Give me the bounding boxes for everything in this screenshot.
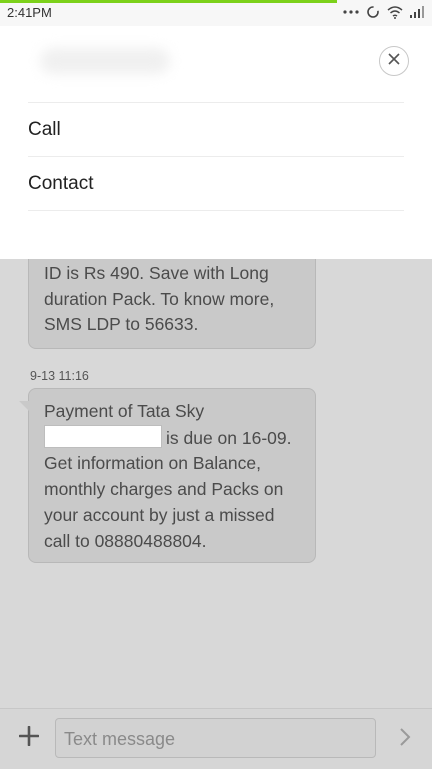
status-time: 2:41PM: [7, 5, 52, 20]
redacted-block: [44, 424, 162, 448]
message-line: call to 08880488804.: [44, 530, 207, 551]
message-line: Payment of Tata Sky: [44, 401, 205, 421]
signal-icon: [410, 6, 426, 18]
status-bar: 2:41PM: [0, 0, 432, 26]
sync-icon: [366, 5, 380, 19]
message-line: SMS LDP to 56633.: [44, 314, 199, 335]
blurred-sender-name: [40, 48, 170, 74]
send-button[interactable]: [393, 725, 417, 753]
message-bubble[interactable]: Payment of Tata Sky is due on 16-09. Get…: [19, 388, 316, 563]
text-message-input[interactable]: Text message: [55, 718, 376, 758]
add-attachment-button[interactable]: [15, 724, 43, 752]
message-line: Get information on Balance,: [44, 453, 261, 474]
wifi-icon: [387, 5, 403, 19]
more-dots-icon: [343, 9, 359, 15]
close-icon: [388, 52, 400, 70]
message-timestamp: 9-13 11:16: [30, 369, 89, 383]
message-line: duration Pack. To know more,: [44, 288, 275, 309]
message-line: ID is Rs 490. Save with Long: [44, 263, 269, 283]
divider: [28, 210, 404, 211]
message-line-suffix: is due on 16-09.: [166, 427, 292, 448]
contact-options-sheet: Call Contact: [0, 0, 432, 259]
close-button[interactable]: [379, 46, 409, 76]
message-line: monthly charges and Packs on: [44, 479, 284, 500]
message-line-with-redaction: is due on 16-09.: [44, 424, 301, 452]
menu-item-call[interactable]: Call: [28, 103, 404, 156]
menu-item-contact[interactable]: Contact: [28, 157, 404, 210]
send-chevron-icon: [399, 727, 411, 752]
plus-icon: [18, 725, 40, 751]
loading-progress-line: [0, 0, 337, 3]
message-composer: Text message: [0, 708, 432, 769]
message-line: your account by just a missed: [44, 504, 275, 525]
status-icons: [343, 5, 426, 19]
